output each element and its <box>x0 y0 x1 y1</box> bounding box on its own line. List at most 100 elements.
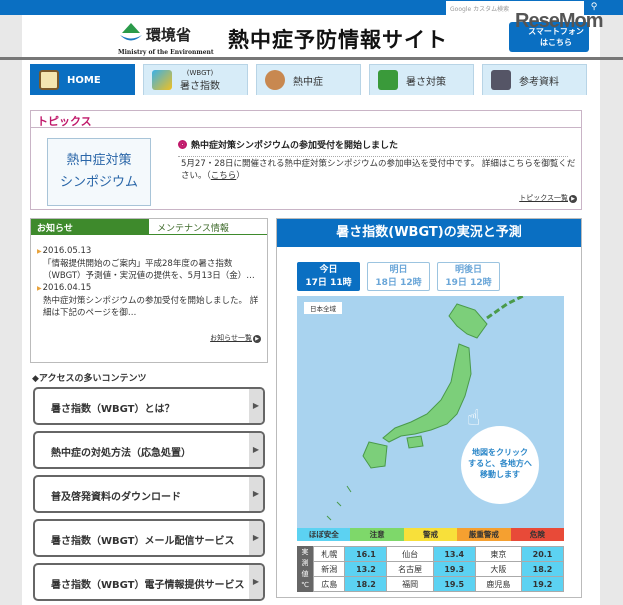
wbgt-value: 18.2 <box>344 576 388 592</box>
city-name: 大阪 <box>474 561 523 577</box>
legend-item: ほぼ安全 <box>297 528 351 541</box>
nav-measures[interactable]: 暑さ対策 <box>369 64 474 95</box>
access-heading: ◆アクセスの多いコンテンツ <box>32 374 147 384</box>
observation-row: 新潟 13.2 名古屋 19.3 大阪 18.2 <box>312 561 564 577</box>
symposium-banner[interactable]: 熱中症対策シンポジウム <box>47 138 151 206</box>
watermark-logo: ReseMom <box>515 10 603 32</box>
wbgt-value: 16.1 <box>344 546 388 562</box>
access-label: 暑さ指数（WBGT）とは？ <box>51 404 175 415</box>
nav-wbgt[interactable]: (WBGT) 暑さ指数 <box>143 64 248 95</box>
obs-label-char: 値 <box>301 570 309 578</box>
obs-label-char: ℃ <box>301 581 309 589</box>
wbgt-value: 13.2 <box>344 561 388 577</box>
news-item[interactable]: 2016.04.15熱中症対策シンポジウムの参加受付を開始しました。 詳細は下記… <box>31 282 267 319</box>
document-icon <box>491 70 511 90</box>
access-item-data-service[interactable]: 暑さ指数（WBGT）電子情報提供サービス ▶ <box>33 563 265 601</box>
legend-item: 注意 <box>350 528 404 541</box>
nav-label: 参考資料 <box>519 76 559 88</box>
obs-label-char: 実 <box>301 548 309 556</box>
ministry-name-en: Ministry of the Environment <box>118 49 214 56</box>
topic-link[interactable]: こちら <box>211 171 237 181</box>
day-label: 今日 <box>319 265 338 275</box>
news-text: 「情報提供開始のご案内」平成28年度の暑さ指数（WBGT）予測値・実況値の提供を… <box>43 259 255 281</box>
arrow-right-icon: ▶ <box>249 389 263 423</box>
person-icon <box>265 70 285 90</box>
day-time: 19日 12時 <box>445 278 492 288</box>
legend-item: 厳重警戒 <box>457 528 511 541</box>
day-tab-day-after[interactable]: 明後日 19日 12時 <box>437 262 500 291</box>
arrow-right-icon: ▶ <box>249 565 263 599</box>
news-panel: お知らせメンテナンス情報 2016.05.13「情報提供開始のご案内」平成28年… <box>30 218 268 363</box>
topics-panel: トピックス 熱中症対策シンポジウム 熱中症対策シンポジウムの参加受付を開始しまし… <box>30 110 582 210</box>
observation-row: 札幌 16.1 仙台 13.4 東京 20.1 <box>312 546 564 562</box>
access-label: 暑さ指数（WBGT）メール配信サービス <box>51 536 235 547</box>
day-label: 明日 <box>389 265 408 275</box>
nav-label: 暑さ対策 <box>406 76 446 88</box>
news-more-link[interactable]: お知らせ一覧 ▶ <box>210 333 261 343</box>
nav-label: HOME <box>67 74 101 86</box>
nav-label-main: 暑さ指数 <box>180 80 220 92</box>
tab-maintenance[interactable]: メンテナンス情報 <box>149 219 267 235</box>
map-hint-bubble: 地図をクリック すると、各地方へ 移動します <box>461 426 539 504</box>
wbgt-value: 19.5 <box>432 576 476 592</box>
day-tab-tomorrow[interactable]: 明日 18日 12時 <box>367 262 430 291</box>
more-label: お知らせ一覧 <box>210 334 252 342</box>
topics-more-link[interactable]: トピックス一覧 ▶ <box>519 193 577 203</box>
tab-news[interactable]: お知らせ <box>31 219 149 235</box>
arrow-right-icon: ▶ <box>249 521 263 555</box>
legend-item: 危険 <box>510 528 565 541</box>
green-curtain-icon <box>378 70 398 90</box>
hint-text: 地図をクリック <box>472 448 528 457</box>
nav-sublabel: (WBGT) <box>186 68 214 77</box>
arrow-right-icon: ▶ <box>569 195 577 203</box>
access-item-mail[interactable]: 暑さ指数（WBGT）メール配信サービス ▶ <box>33 519 265 557</box>
obs-label-char: 測 <box>301 559 309 567</box>
nav-heatstroke[interactable]: 熱中症 <box>256 64 361 95</box>
topics-heading: トピックス <box>31 111 581 128</box>
access-label: 普及啓発資料のダウンロード <box>51 492 181 503</box>
nav-label: (WBGT) 暑さ指数 <box>180 69 220 92</box>
japan-map-icon <box>152 70 172 90</box>
map-region-label: 日本全域 <box>304 302 342 314</box>
banner-text: 熱中症対策 <box>66 153 132 168</box>
wbgt-value: 13.4 <box>432 546 476 562</box>
day-label: 明後日 <box>454 265 482 275</box>
city-name: 東京 <box>474 546 523 562</box>
day-tab-today[interactable]: 今日 17日 11時 <box>297 262 360 291</box>
access-label: 熱中症の対処方法（応急処置） <box>51 448 191 459</box>
arrow-right-icon: ▶ <box>253 335 261 343</box>
ministry-logo[interactable]: 環境省 Ministry of the Environment <box>118 20 218 60</box>
ministry-name: 環境省 <box>146 26 192 44</box>
topic-title[interactable]: 熱中症対策シンポジウムの参加受付を開始しました <box>178 138 568 157</box>
wbgt-legend: ほぼ安全 注意 警戒 厳重警戒 危険 <box>297 528 565 541</box>
observation-table: 実測値 ℃ 札幌 16.1 仙台 13.4 東京 20.1 新潟 13.2 名古屋 19.3 大阪 18… <box>297 546 564 592</box>
arrow-right-icon: ▶ <box>249 477 263 511</box>
hint-text: 移動します <box>480 470 520 479</box>
access-item-wbgt[interactable]: 暑さ指数（WBGT）とは？ ▶ <box>33 387 265 425</box>
city-name: 仙台 <box>386 546 434 562</box>
news-date: 2016.04.15 <box>37 282 261 295</box>
wbgt-value: 20.1 <box>521 546 564 562</box>
nav-home[interactable]: HOME <box>30 64 135 95</box>
city-name: 名古屋 <box>386 561 434 577</box>
wbgt-panel: 暑さ指数(WBGT)の実況と予測 今日 17日 11時 明日 18日 12時 明後日… <box>276 218 582 598</box>
hint-text: すると、各地方へ <box>468 459 532 468</box>
nav-label: 熱中症 <box>293 76 323 88</box>
topic-title-text: 熱中症対策シンポジウムの参加受付を開始しました <box>191 141 399 151</box>
wbgt-value: 19.2 <box>521 576 564 592</box>
japan-map[interactable]: 日本全域 ☝ 地図をクリック すると、各地方へ 移動します <box>297 296 564 528</box>
observation-label: 実測値 ℃ <box>297 546 313 592</box>
access-item-first-aid[interactable]: 熱中症の対処方法（応急処置） ▶ <box>33 431 265 469</box>
news-text: 熱中症対策シンポジウムの参加受付を開始しました。 詳細は下記のページを御… <box>43 296 259 318</box>
observation-row: 広島 18.2 福岡 19.5 鹿児島 19.2 <box>312 576 564 592</box>
more-label: トピックス一覧 <box>519 194 568 202</box>
banner-text: シンポジウム <box>59 175 138 190</box>
nav-references[interactable]: 参考資料 <box>482 64 587 95</box>
topic-body-end: ） <box>236 171 245 181</box>
access-item-download[interactable]: 普及啓発資料のダウンロード ▶ <box>33 475 265 513</box>
hand-pointer-icon: ☝ <box>467 406 481 431</box>
ministry-logo-icon <box>120 23 142 41</box>
site-title: 熱中症予防情報サイト <box>228 28 448 52</box>
news-item[interactable]: 2016.05.13「情報提供開始のご案内」平成28年度の暑さ指数（WBGT）予… <box>31 245 267 282</box>
legend-item: 警戒 <box>403 528 458 541</box>
